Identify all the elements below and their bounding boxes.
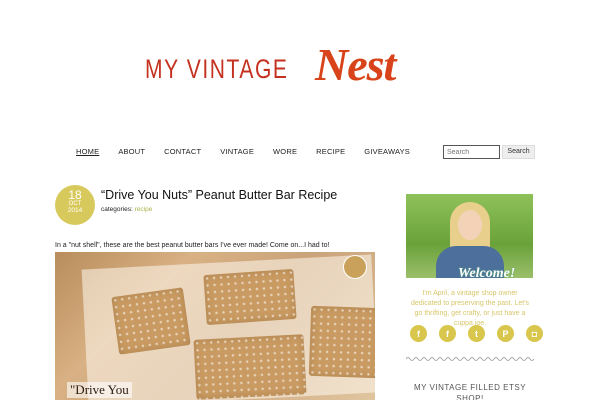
peanut-butter-bar (193, 334, 307, 400)
twitter-icon[interactable]: t (468, 325, 485, 342)
facebook-alt-icon[interactable]: f (439, 325, 456, 342)
pinterest-icon[interactable]: P (497, 325, 514, 342)
nav-item-recipe[interactable]: RECIPE (316, 147, 345, 156)
photo-face (458, 210, 482, 240)
nav-item-giveaways[interactable]: GIVEAWAYS (364, 147, 410, 156)
logo-text: MY VINTAGE (145, 54, 289, 84)
peanut-butter-bar (203, 268, 297, 326)
category-link-recipe[interactable]: recipe (135, 206, 153, 213)
post-date-year: 2014 (67, 207, 83, 214)
nav-item-contact[interactable]: CONTACT (164, 147, 201, 156)
nav-item-wore[interactable]: WORE (273, 147, 297, 156)
welcome-heading: Welcome! (458, 266, 516, 281)
facebook-icon[interactable]: f (410, 325, 427, 342)
author-about-text: I'm April, a vintage shop owner dedicate… (410, 290, 530, 327)
post-featured-image[interactable]: "Drive You (55, 252, 375, 400)
site-logo[interactable]: MY VINTAGE Nest (145, 39, 455, 96)
post-title[interactable]: “Drive You Nuts” Peanut Butter Bar Recip… (101, 188, 337, 202)
social-links: f f t P ◘ (410, 325, 543, 342)
categories-label: categories: (101, 206, 133, 213)
logo-script-text: Nest (315, 39, 396, 90)
instagram-icon[interactable]: ◘ (526, 325, 543, 342)
image-caption: "Drive You (67, 382, 132, 398)
nav-item-about[interactable]: ABOUT (118, 147, 145, 156)
nav-item-home[interactable]: HOME (76, 147, 99, 156)
post-excerpt: In a "nut shell", these are the best pea… (55, 242, 330, 249)
wavy-divider (406, 357, 534, 361)
nav-item-vintage[interactable]: VINTAGE (220, 147, 254, 156)
watermark-stamp (343, 255, 367, 279)
post-categories: categories: recipe (101, 206, 152, 213)
post-date-badge: 18 OCT 2014 (55, 185, 95, 225)
peanut-butter-bar (111, 287, 191, 355)
post-date-day: 18 (68, 188, 82, 202)
main-nav: HOME ABOUT CONTACT VINTAGE WORE RECIPE G… (76, 147, 429, 156)
peanut-butter-bar (308, 305, 375, 379)
search-button[interactable]: Search (502, 145, 535, 159)
search-input[interactable] (443, 145, 500, 159)
etsy-shop-heading: MY VINTAGE FILLED ETSY SHOP! (413, 383, 527, 400)
